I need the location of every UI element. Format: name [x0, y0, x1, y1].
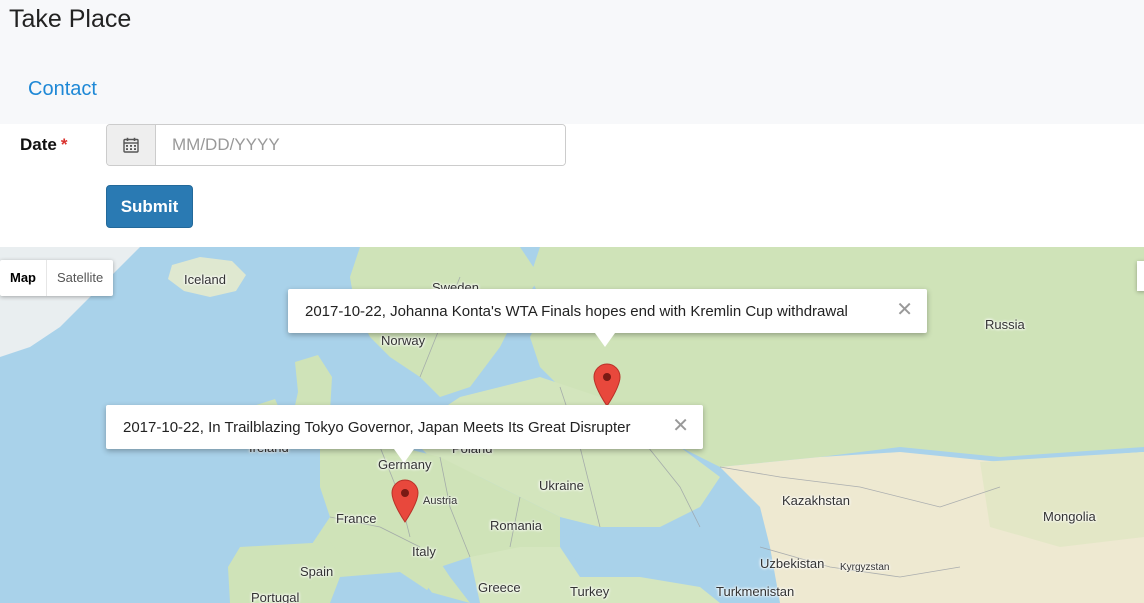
map-type-satellite-button[interactable]: Satellite [46, 260, 113, 296]
map-label-kazakhstan: Kazakhstan [782, 493, 850, 508]
map-type-map-button[interactable]: Map [0, 260, 46, 296]
header-area: Take Place Contact [0, 0, 1144, 124]
date-input[interactable] [156, 125, 565, 165]
info-window: 2017-10-22, Johanna Konta's WTA Finals h… [288, 289, 927, 347]
map-label-kyrgyzstan: Kyrgyzstan [840, 562, 890, 573]
map-type-control: Map Satellite [0, 260, 114, 296]
nav-link-contact[interactable]: Contact [28, 78, 97, 101]
map-label-mongolia: Mongolia [1043, 509, 1096, 524]
date-label-text: Date [20, 135, 57, 154]
map-label-turkmenistan: Turkmenistan [716, 584, 795, 599]
close-icon[interactable]: ✕ [672, 416, 689, 436]
map-label-spain: Spain [300, 564, 334, 579]
map-label-france: France [336, 511, 377, 526]
map-label-uzbekistan: Uzbekistan [760, 556, 825, 571]
map-label-russia: Russia [985, 317, 1025, 332]
required-mark: * [60, 135, 68, 154]
app-title: Take Place [9, 5, 132, 33]
submit-button[interactable]: Submit [106, 185, 193, 228]
map-marker[interactable] [391, 479, 419, 528]
info-window-text: 2017-10-22, Johanna Konta's WTA Finals h… [305, 302, 848, 320]
map-label-portugal: Portugal [251, 590, 300, 603]
map-label-austria: Austria [423, 495, 458, 507]
map-label-iceland: Iceland [184, 272, 226, 287]
map[interactable]: Iceland Sweden Norway Russia Ireland Ger… [0, 247, 1144, 603]
calendar-icon[interactable] [107, 125, 156, 165]
map-label-ukraine: Ukraine [539, 478, 584, 493]
map-label-italy: Italy [412, 544, 436, 559]
info-window-tail [595, 333, 615, 347]
map-label-greece: Greece [478, 580, 521, 595]
info-window-text: 2017-10-22, In Trailblazing Tokyo Govern… [123, 418, 631, 436]
fullscreen-button[interactable] [1137, 261, 1144, 291]
close-icon[interactable]: ✕ [896, 300, 913, 320]
map-pin-icon [593, 363, 621, 407]
date-label: Date * [20, 135, 67, 155]
map-label-norway: Norway [381, 333, 426, 348]
map-label-turkey: Turkey [570, 584, 610, 599]
map-label-romania: Romania [490, 518, 543, 533]
date-input-group [106, 124, 566, 166]
info-window: 2017-10-22, In Trailblazing Tokyo Govern… [106, 405, 703, 463]
map-pin-icon [391, 479, 419, 523]
info-window-tail [394, 449, 414, 463]
